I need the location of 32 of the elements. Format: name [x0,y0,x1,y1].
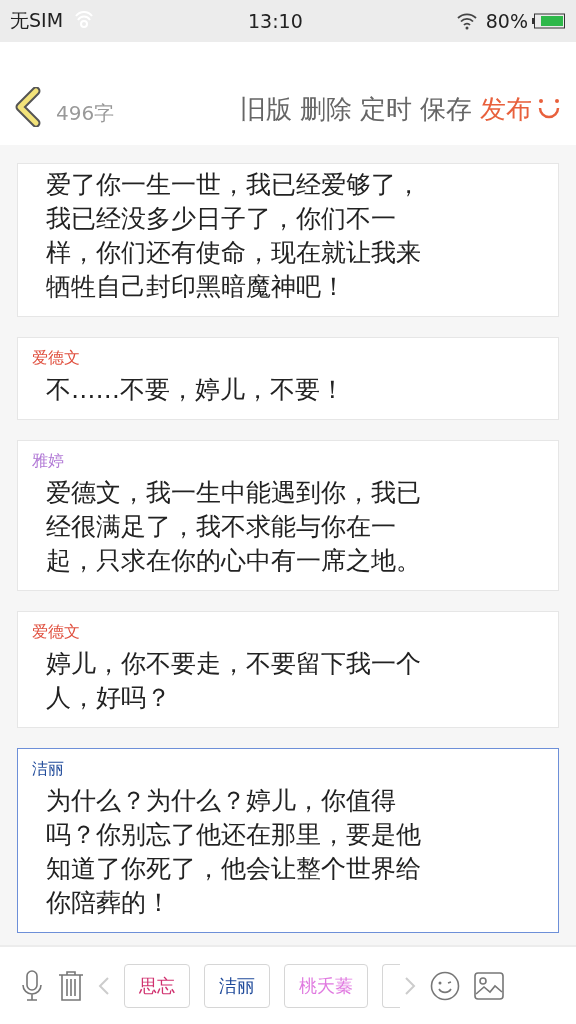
action-button[interactable]: 旧版 [236,92,296,127]
word-count: 496字 [56,100,115,127]
microphone-icon[interactable] [20,969,44,1002]
speaker-name: 爱德文 [32,348,81,369]
action-button[interactable]: 保存 [416,92,476,127]
action-button[interactable]: 定时 [356,92,416,127]
emoji-icon[interactable] [430,970,460,1001]
image-icon[interactable] [474,971,504,1000]
clock-time: 13:10 [248,10,303,32]
dialogue-text: 爱了你一生一世，我已经爱够了，我已经没多少日子了，你们不一样，你们还有使命，现在就让我来牺牲自己封印黑暗魔神吧！ [45,169,422,303]
speaker-name: 洁丽 [32,759,65,780]
dialogue-card[interactable]: 爱了你一生一世，我已经爱够了，我已经没多少日子了，你们不一样，你们还有使命，现在就让我来牺牲自己封印黑暗魔神吧！ [17,163,559,317]
speaker-name: 爱德文 [32,622,81,643]
dialogue-text: 婷儿，你不要走，不要留下我一个人，好吗？ [45,648,422,714]
trash-icon[interactable] [58,969,84,1002]
dialogue-card[interactable]: 雅婷 爱德文，我一生中能遇到你，我已经很满足了，我不求能与你在一起，只求在你的心中有一席之地。 [17,440,559,591]
dialogue-card[interactable]: 爱德文 婷儿，你不要走，不要留下我一个人，好吗？ [17,611,559,728]
action-button[interactable]: 删除 [296,92,356,127]
character-chip[interactable]: 洁丽 [204,963,270,1008]
speaker-name: 雅婷 [32,451,65,472]
dialogue-text: 爱德文，我一生中能遇到你，我已经很满足了，我不求能与你在一起，只求在你的心中有一席之地。 [45,477,422,577]
dialogue-text: 为什么？为什么？婷儿，你值得吗？你别忘了他还在那里，要是他知道了你死了，他会让整个世界给你陪葬的！ [45,785,422,919]
character-chip[interactable]: 思忘 [124,963,190,1008]
wifi-icon [455,12,478,30]
battery-icon [532,13,566,29]
dialogue-text: 不……不要，婷儿，不要！ [45,374,346,406]
back-icon[interactable] [14,87,42,127]
dialogue-card[interactable]: 洁丽 为什么？为什么？婷儿，你值得吗？你别忘了他还在那里，要是他知道了你死了，他会让整个世界给你陪葬的！ [17,748,559,933]
carrier-label: 无SIM [10,8,64,33]
battery-percent: 80% [485,10,528,32]
dialogue-card[interactable]: 爱德文 不……不要，婷儿，不要！ [17,337,559,420]
action-button[interactable]: 发布 [476,92,536,127]
